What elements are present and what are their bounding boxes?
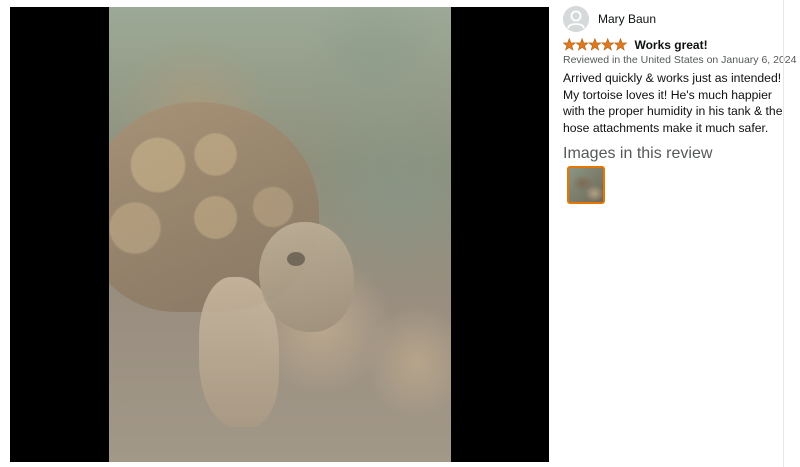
star-rating[interactable] bbox=[563, 38, 627, 51]
star-icon bbox=[588, 38, 602, 51]
star-icon bbox=[575, 38, 589, 51]
photo-haze-overlay bbox=[109, 7, 451, 462]
reviewer-name[interactable]: Mary Baun bbox=[598, 12, 656, 26]
review-title[interactable]: Works great! bbox=[634, 38, 707, 52]
star-icon bbox=[600, 38, 615, 51]
review-body: Arrived quickly & works just as intended… bbox=[563, 71, 783, 135]
rating-row: Works great! bbox=[563, 36, 708, 52]
images-in-review-heading: Images in this review bbox=[563, 145, 713, 162]
star-icon bbox=[563, 38, 577, 51]
review-date-meta: Reviewed in the United States on January… bbox=[563, 54, 797, 66]
review-image-viewer bbox=[10, 7, 549, 462]
default-user-avatar-icon bbox=[563, 6, 589, 32]
review-image-thumbnail[interactable] bbox=[567, 166, 605, 204]
divider bbox=[783, 0, 784, 467]
star-icon bbox=[613, 38, 627, 51]
avatar[interactable] bbox=[563, 6, 589, 32]
tortoise-photo bbox=[109, 7, 451, 462]
